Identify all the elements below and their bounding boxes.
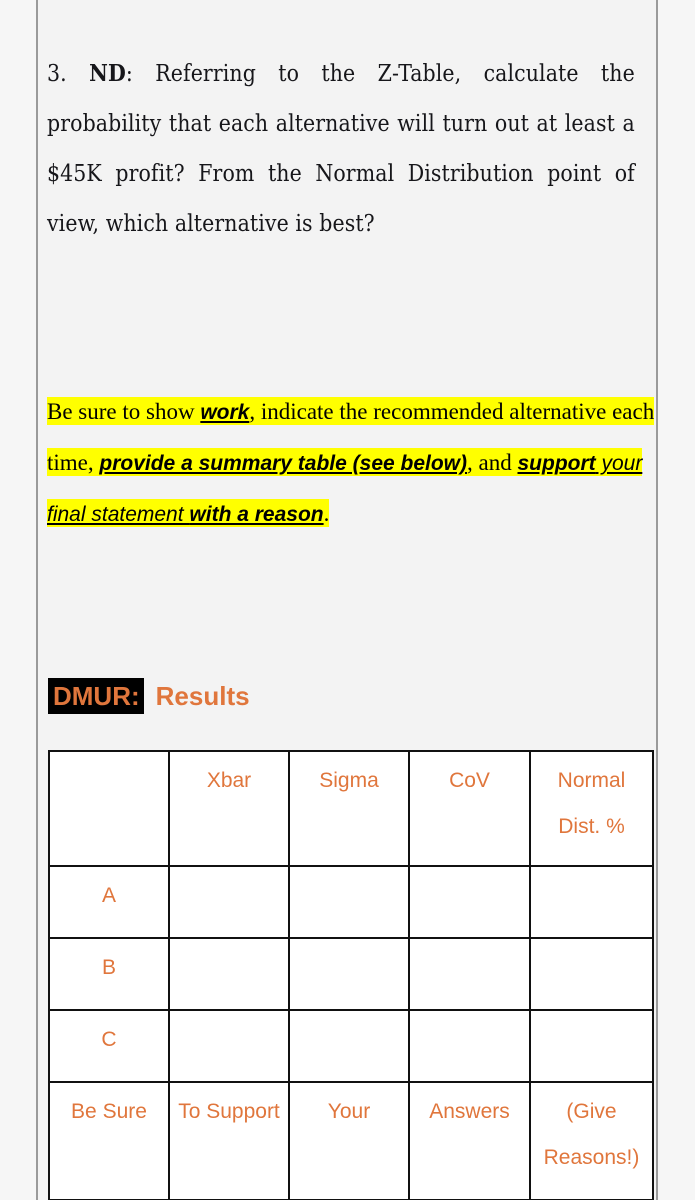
- instructions-emphasis-with-a-reason: with a reason: [189, 503, 324, 526]
- table-cell-a-normal-dist[interactable]: [529, 865, 654, 939]
- table-row: B: [48, 937, 654, 1011]
- dmur-results-label: Results: [155, 681, 250, 711]
- table-row-label-b: B: [48, 937, 170, 1011]
- table-header-cell-cov: CoV: [408, 750, 531, 867]
- table-cell-a-sigma[interactable]: [288, 865, 410, 939]
- question-tag: ND: [89, 58, 126, 87]
- table-row: C: [48, 1009, 654, 1083]
- dmur-label: DMUR:: [48, 678, 144, 714]
- table-header-cell-xbar: Xbar: [168, 750, 290, 867]
- instructions-emphasis-support: support: [517, 452, 596, 475]
- table-header-cell-normal-dist: Normal Dist. %: [529, 750, 654, 867]
- table-row: A: [48, 865, 654, 939]
- table-cell-a-xbar[interactable]: [168, 865, 290, 939]
- table-footer-row: Be Sure To Support Your Answers (Give Re…: [48, 1081, 654, 1200]
- table-footer-cell-answers: Answers: [408, 1081, 531, 1200]
- table-row-label-c: C: [48, 1009, 170, 1083]
- table-cell-b-normal-dist[interactable]: [529, 937, 654, 1011]
- table-footer-cell-your: Your: [288, 1081, 410, 1200]
- table-cell-b-sigma[interactable]: [288, 937, 410, 1011]
- table-footer-cell-be-sure: Be Sure: [48, 1081, 170, 1200]
- instructions-emphasis-summary-table: provide a summary table (see below): [99, 452, 468, 475]
- table-cell-c-sigma[interactable]: [288, 1009, 410, 1083]
- table-footer-cell-give-reasons: (Give Reasons!): [529, 1081, 654, 1200]
- table-footer-cell-to-support: To Support: [168, 1081, 290, 1200]
- table-cell-c-cov[interactable]: [408, 1009, 531, 1083]
- table-cell-c-normal-dist[interactable]: [529, 1009, 654, 1083]
- document-page: 3. ND: Referring to the Z-Table, calcula…: [36, 0, 658, 1200]
- page-gutter-left: [0, 0, 36, 1200]
- question-body: : Referring to the Z-Table, calculate th…: [47, 58, 635, 237]
- instructions-segment-1: Be sure to show: [47, 399, 201, 424]
- table-cell-b-xbar[interactable]: [168, 937, 290, 1011]
- table-header-cell-blank: [48, 750, 170, 867]
- table-header-cell-sigma: Sigma: [288, 750, 410, 867]
- instructions-highlight: Be sure to show work, indicate the recom…: [47, 397, 655, 527]
- instructions-segment-5: , and: [467, 450, 518, 475]
- table-row-label-a: A: [48, 865, 170, 939]
- instructions-emphasis-work: work: [200, 401, 250, 424]
- dmur-results-heading: DMUR: Results: [48, 678, 250, 714]
- question-number: 3.: [47, 58, 67, 87]
- table-header-row: Xbar Sigma CoV Normal Dist. %: [48, 750, 654, 867]
- instructions-segment-9: .: [323, 501, 330, 526]
- table-cell-c-xbar[interactable]: [168, 1009, 290, 1083]
- results-table: Xbar Sigma CoV Normal Dist. % A B C Be S…: [48, 750, 654, 1200]
- question-paragraph: 3. ND: Referring to the Z-Table, calcula…: [47, 48, 635, 248]
- page-gutter-right: [658, 0, 695, 1200]
- instructions-paragraph: Be sure to show work, indicate the recom…: [47, 387, 656, 540]
- table-cell-a-cov[interactable]: [408, 865, 531, 939]
- table-cell-b-cov[interactable]: [408, 937, 531, 1011]
